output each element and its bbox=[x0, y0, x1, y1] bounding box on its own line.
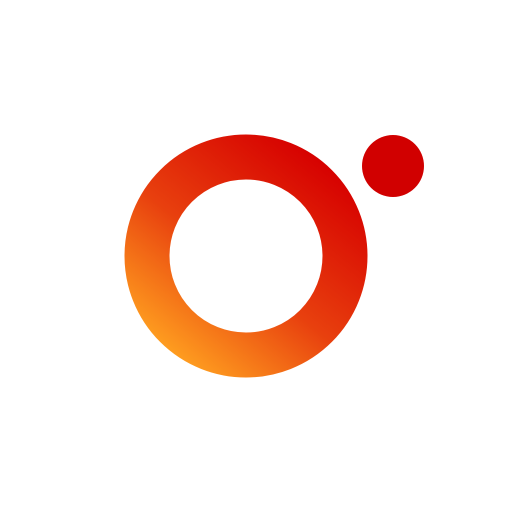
logo-icon bbox=[124, 134, 424, 378]
app-icon-canvas bbox=[0, 0, 512, 512]
dot-icon bbox=[362, 135, 424, 197]
ring-icon bbox=[124, 134, 368, 378]
